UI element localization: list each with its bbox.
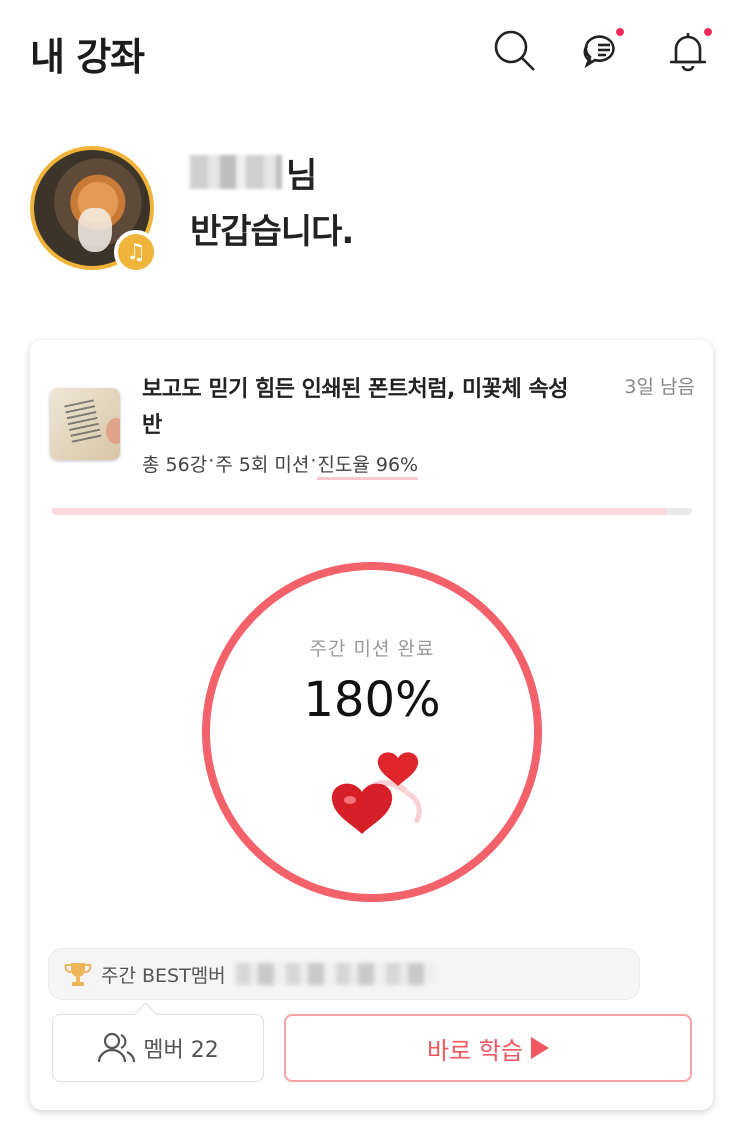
weekly-mission-ring: 주간 미션 완료 180%: [202, 562, 542, 902]
weekly-mission-label: 주간 미션 완료: [309, 638, 435, 660]
profile-avatar-area[interactable]: ♫: [30, 146, 160, 276]
play-arrow-icon: [530, 1037, 549, 1059]
course-card[interactable]: 보고도 믿기 힘든 인쇄된 폰트처럼, 미꽃체 속성반 3일 남음 총 56강 …: [30, 340, 713, 1110]
total-lessons: 총 56강: [142, 454, 208, 476]
bell-notification-dot: [704, 28, 712, 36]
start-study-label: 바로 학습: [427, 1036, 523, 1065]
course-title[interactable]: 보고도 믿기 힘든 인쇄된 폰트처럼, 미꽃체 속성반: [142, 372, 582, 444]
music-note-icon: ♫: [114, 230, 158, 274]
name-suffix: 님: [286, 155, 318, 196]
progress-bar-fill: [52, 508, 667, 515]
trophy-icon: [63, 959, 93, 989]
meta-separator: ·: [310, 450, 317, 472]
search-icon: [494, 30, 535, 71]
chat-notification-dot: [616, 28, 624, 36]
progress-bar: [52, 508, 692, 515]
course-meta: 총 56강 · 주 5회 미션 · 진도율 96%: [142, 450, 419, 480]
members-button[interactable]: 멤버 22: [52, 1002, 264, 1082]
members-icon: [98, 1032, 136, 1063]
best-member-names-blurred: [235, 963, 436, 985]
greeting-name-line: 님: [190, 150, 318, 196]
greeting-message: 반갑습니다.: [190, 212, 354, 252]
page-title: 내 강좌: [30, 35, 145, 79]
app-header: 내 강좌: [0, 0, 743, 110]
best-member-bar: 주간 BEST멤버: [48, 948, 640, 1000]
days-left: 3일 남음: [624, 376, 695, 398]
meta-separator: ·: [208, 450, 215, 472]
weekly-mission-value: 180%: [303, 672, 441, 728]
weekly-missions: 주 5회 미션: [215, 454, 310, 476]
hearts-icon: [331, 752, 422, 834]
progress-rate: 진도율 96%: [317, 450, 419, 480]
user-name-blurred: [190, 155, 282, 189]
course-thumbnail: [50, 388, 120, 460]
tooltip-caret: [133, 1002, 158, 1027]
chat-button[interactable]: [578, 26, 626, 74]
start-study-button[interactable]: 바로 학습: [284, 1014, 692, 1082]
members-label: 멤버 22: [143, 1038, 219, 1063]
search-button[interactable]: [490, 26, 538, 74]
notification-button[interactable]: [664, 26, 712, 74]
best-member-label: 주간 BEST멤버: [101, 964, 226, 987]
